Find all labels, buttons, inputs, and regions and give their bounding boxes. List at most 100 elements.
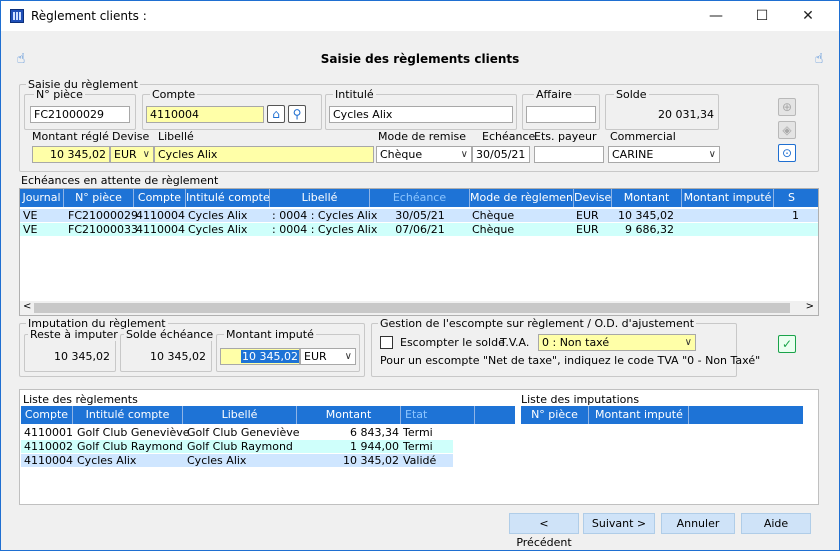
col-montant[interactable]: Montant (612, 189, 682, 207)
scroll-right-icon[interactable]: > (806, 301, 814, 312)
home-icon[interactable]: ⌂ (267, 105, 285, 123)
devise-select[interactable]: EUR ∨ (110, 146, 154, 163)
col-s[interactable]: S (774, 189, 818, 207)
montant-label: Montant réglé (32, 130, 109, 143)
mode-remise-value: Chèque (380, 148, 423, 161)
col-montant-impute[interactable]: Montant imputé (682, 189, 774, 207)
commercial-select[interactable]: CARINE ∨ (608, 146, 720, 163)
scroll-left-icon[interactable]: < (23, 301, 31, 312)
close-button[interactable]: ✕ (793, 5, 823, 27)
table-row[interactable]: 4110001 Golf Club Geneviève Golf Club Ge… (21, 426, 453, 439)
npiece-label: N° pièce (34, 88, 85, 101)
affaire-label: Affaire (534, 88, 574, 101)
col-compte[interactable]: Compte (21, 406, 73, 424)
col-mode[interactable]: Mode de règlement (470, 189, 574, 207)
cancel-button[interactable]: Annuler (661, 513, 735, 534)
title-bar: Règlement clients : — ☐ ✕ (1, 1, 839, 31)
commercial-value: CARINE (612, 148, 654, 161)
cell: Golf Club Raymond (187, 440, 293, 453)
cell: VE (23, 209, 38, 222)
add-icon[interactable]: ⊕ (778, 98, 796, 116)
col-journal[interactable]: Journal (20, 189, 64, 207)
intitule-input[interactable]: Cycles Alix (329, 106, 513, 123)
shield-icon[interactable]: ◈ (778, 121, 796, 139)
app-icon (10, 9, 24, 23)
col-libelle[interactable]: Libellé (183, 406, 297, 424)
imputation-group: Imputation du règlement Reste à imputer … (19, 317, 365, 377)
table-row[interactable]: VE FC21000029 4110004 Cycles Alix : 0004… (20, 209, 818, 222)
solde-echeance-value: 10 345,02 (150, 350, 206, 363)
affaire-input[interactable] (526, 106, 596, 123)
col-npiece[interactable]: N° pièce (64, 189, 134, 207)
chevron-down-icon: ∨ (344, 351, 352, 362)
cell: 10 345,02 (618, 209, 674, 222)
escompte-note: Pour un escompte "Net de taxe", indiquez… (380, 354, 761, 367)
previous-button[interactable]: < Précédent (509, 513, 579, 549)
col-npiece[interactable]: N° pièce (521, 406, 589, 424)
intitule-label: Intitulé (333, 88, 376, 101)
echeance-input[interactable]: 30/05/21 (472, 146, 530, 163)
commercial-label: Commercial (610, 130, 676, 143)
imputations-grid[interactable]: N° pièce Montant imputé (521, 406, 803, 502)
search-account-icon[interactable]: ⚲ (288, 105, 306, 123)
mode-remise-select[interactable]: Chèque ∨ (376, 146, 472, 163)
saisie-group: Saisie du règlement N° pièce FC21000029 … (19, 78, 819, 172)
table-row[interactable]: 4110004 Cycles Alix Cycles Alix 10 345,0… (21, 454, 453, 467)
next-button[interactable]: Suivant > (583, 513, 655, 534)
table-row[interactable]: 4110002 Golf Club Raymond Golf Club Raym… (21, 440, 453, 453)
cell: 6 843,34 (350, 426, 399, 439)
col-compte[interactable]: Compte (134, 189, 186, 207)
col-montant-impute[interactable]: Montant imputé (589, 406, 689, 424)
chevron-down-icon: ∨ (708, 149, 716, 160)
cell: Golf Club Raymond (77, 440, 183, 453)
imputations-title: Liste des imputations (521, 393, 640, 406)
download-icon[interactable]: ⊙ (778, 144, 796, 162)
cell: 4110001 (24, 426, 73, 439)
compte-input[interactable]: 4110004 (146, 106, 264, 123)
scrollbar-thumb[interactable] (34, 303, 790, 313)
cell: 9 686,32 (625, 223, 674, 236)
minimize-button[interactable]: — (701, 5, 731, 27)
escompter-checkbox[interactable] (380, 336, 393, 349)
libelle-label: Libellé (158, 130, 194, 143)
chevron-down-icon: ∨ (684, 337, 692, 348)
cell: : 0004 : Cycles Alix (272, 209, 378, 222)
col-devise[interactable]: Devise (574, 189, 612, 207)
col-intitule[interactable]: Intitulé compte (186, 189, 270, 207)
cell: EUR (576, 223, 599, 236)
hand-pointer-icon-right[interactable]: ☝ (811, 51, 827, 67)
montant-input[interactable]: 10 345,02 (32, 146, 110, 163)
tva-label: T.V.A. (500, 336, 530, 349)
col-etat[interactable]: Etat (401, 406, 475, 424)
horizontal-scrollbar[interactable]: < > (20, 301, 818, 315)
cell: Termi (403, 440, 433, 453)
payeur-input[interactable] (534, 146, 604, 163)
solde-label: Solde (614, 88, 649, 101)
libelle-input[interactable]: Cycles Alix (154, 146, 374, 163)
echeances-grid[interactable]: Journal N° pièce Compte Intitulé compte … (19, 188, 819, 316)
montant-impute-devise-select[interactable]: EUR ∨ (300, 348, 356, 365)
col-intitule[interactable]: Intitulé compte (73, 406, 183, 424)
montant-impute-input[interactable]: 10 345,02 (220, 348, 300, 365)
npiece-input[interactable]: FC21000029 (30, 106, 130, 123)
reglements-grid[interactable]: Compte Intitulé compte Libellé Montant E… (21, 406, 515, 502)
tva-select[interactable]: 0 : Non taxé ∨ (538, 334, 696, 351)
cell: FC21000033 (68, 223, 138, 236)
compte-label: Compte (150, 88, 198, 101)
cell: 4110004 (136, 223, 185, 236)
cell: 1 944,00 (350, 440, 399, 453)
maximize-button[interactable]: ☐ (747, 5, 777, 27)
cell: FC21000029 (68, 209, 138, 222)
cell: 07/06/21 (395, 223, 445, 236)
escompter-label: Escompter le solde (400, 336, 505, 349)
table-row[interactable]: VE FC21000033 4110004 Cycles Alix : 0004… (20, 223, 818, 236)
help-button[interactable]: Aide (741, 513, 811, 534)
col-echeance[interactable]: Echéance (370, 189, 470, 207)
col-montant[interactable]: Montant (297, 406, 401, 424)
imputations-header: N° pièce Montant imputé (521, 406, 803, 424)
cell: 4110004 (24, 454, 73, 467)
cell: : 0004 : Cycles Alix (272, 223, 378, 236)
col-libelle[interactable]: Libellé (270, 189, 370, 207)
validate-shield-icon[interactable]: ✓ (778, 335, 796, 353)
montant-impute-label: Montant imputé (224, 328, 316, 341)
